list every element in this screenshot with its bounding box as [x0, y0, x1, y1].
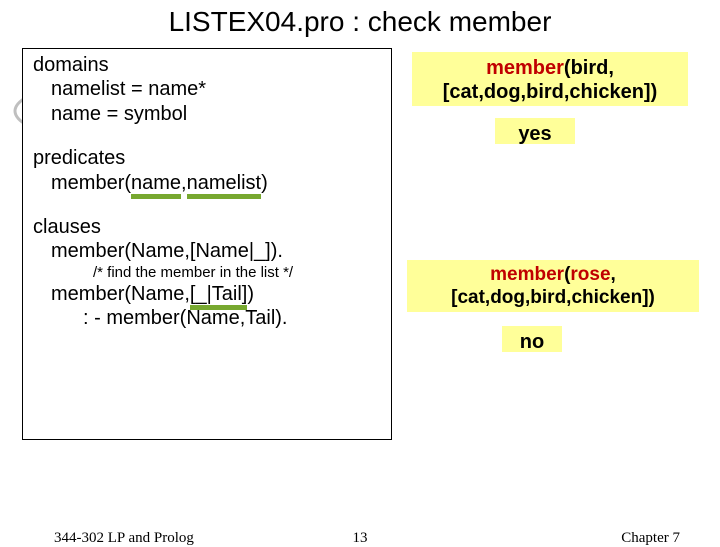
footer-right: Chapter 7: [621, 530, 680, 547]
clause-comment: /* find the member in the list */: [33, 264, 381, 282]
query-2-rose: rose: [570, 264, 610, 285]
slide-title: LISTEX04.pro : check member: [0, 0, 720, 44]
prolog-code-box: domains namelist = name* name = symbol p…: [22, 48, 392, 440]
domains-line-1: namelist = name*: [33, 77, 381, 101]
pred-close: ): [261, 172, 268, 194]
predicates-line: member(name,namelist): [33, 171, 381, 195]
domains-line-2: name = symbol: [33, 102, 381, 126]
c2a: member(Name,: [51, 283, 190, 305]
predicates-keyword: predicates: [33, 146, 381, 170]
pred-namelist: namelist: [187, 172, 261, 199]
clauses-keyword: clauses: [33, 215, 381, 239]
pred-comma: ,: [181, 172, 187, 194]
answer-2-box: no: [502, 326, 562, 352]
query-1-box: member(bird,[cat,dog,bird,chicken]): [412, 52, 688, 106]
clause-1: member(Name,[Name|_]).: [33, 239, 381, 263]
domains-keyword: domains: [33, 53, 381, 77]
pred-name: name: [131, 172, 181, 199]
answer-1-box: yes: [495, 118, 575, 144]
pred-a: member(: [51, 172, 131, 194]
query-2-member: member: [490, 264, 564, 285]
query-2-box: member(rose,[cat,dog,bird,chicken]): [407, 260, 699, 312]
clause-3: : - member(Name,Tail).: [33, 306, 381, 330]
query-1-member: member: [486, 57, 564, 79]
c2c: ): [247, 283, 254, 305]
clause-2: member(Name,[_|Tail]): [33, 282, 381, 306]
footer-page-number: 13: [0, 530, 720, 547]
